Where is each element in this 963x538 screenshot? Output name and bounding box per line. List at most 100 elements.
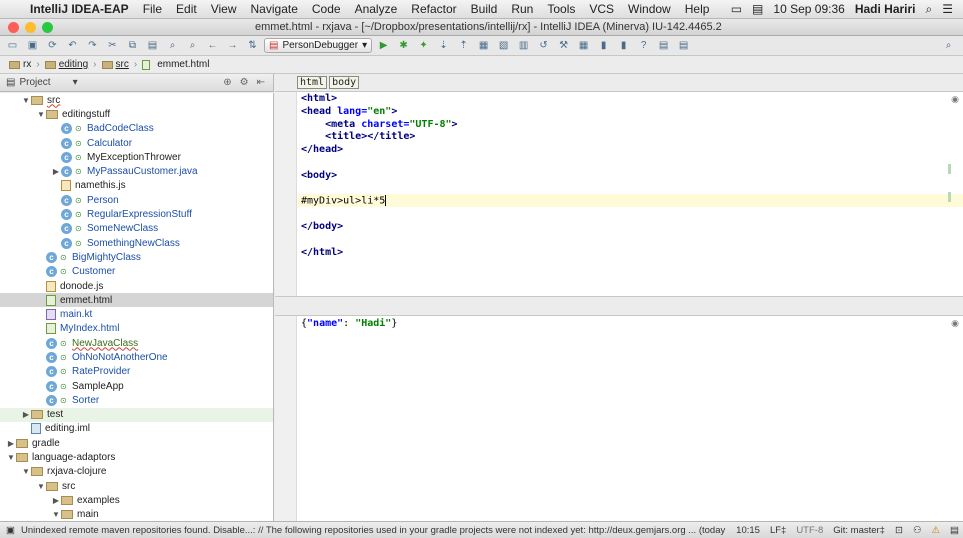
status-message[interactable]: Unindexed remote maven repositories foun… bbox=[21, 525, 726, 536]
minimize-window-button[interactable] bbox=[25, 21, 36, 33]
help-icon[interactable]: ? bbox=[635, 38, 652, 53]
breadcrumb-src[interactable]: src bbox=[99, 58, 132, 72]
menu-code[interactable]: Code bbox=[312, 2, 341, 16]
tree-item[interactable]: ▶ gradle bbox=[0, 436, 273, 450]
code-line[interactable]: </body> bbox=[301, 221, 458, 234]
tree-item[interactable]: ▼ main bbox=[0, 508, 273, 521]
tree-item[interactable]: ▶ test bbox=[0, 407, 273, 422]
code-line[interactable]: <body> bbox=[301, 170, 458, 183]
tree-item[interactable]: c ⊙ BadCodeClass bbox=[0, 122, 273, 136]
collapsed-arrow-icon[interactable]: ▶ bbox=[51, 167, 61, 176]
tree-item[interactable]: c ⊙ Customer bbox=[0, 265, 273, 279]
copy-icon[interactable]: ⧉ bbox=[124, 38, 141, 53]
replace-icon[interactable]: ⌕ bbox=[184, 38, 201, 53]
vcs-annotate-icon[interactable]: ▥ bbox=[515, 38, 532, 53]
menu-window[interactable]: Window bbox=[628, 2, 671, 16]
collapsed-arrow-icon[interactable]: ▶ bbox=[6, 439, 16, 448]
code-line[interactable] bbox=[301, 234, 458, 247]
code-line[interactable] bbox=[301, 157, 458, 170]
presentation-icon[interactable]: ▤ bbox=[655, 38, 672, 53]
run-configuration-select[interactable]: ▤ PersonDebugger ▾ bbox=[264, 38, 373, 53]
expanded-arrow-icon[interactable]: ▼ bbox=[21, 96, 31, 105]
tag-path-html[interactable]: html bbox=[297, 76, 328, 89]
vcs-compare-icon[interactable]: ▦ bbox=[475, 38, 492, 53]
open-folder-icon[interactable]: ▭ bbox=[4, 38, 21, 53]
chevron-down-icon[interactable]: ▾ bbox=[73, 77, 78, 88]
tree-item[interactable]: MyIndex.html bbox=[0, 322, 273, 336]
tree-item[interactable]: ▶ examples bbox=[0, 493, 273, 507]
memory-indicator-icon[interactable]: ▤ bbox=[950, 525, 959, 536]
tree-item[interactable]: c ⊙ BigMightyClass bbox=[0, 250, 273, 264]
breadcrumb-file[interactable]: emmet.html bbox=[139, 58, 212, 72]
code-line[interactable]: <head lang="en"> bbox=[301, 106, 458, 119]
menubar-user[interactable]: Hadi Hariri bbox=[855, 2, 916, 16]
editor-splitter[interactable] bbox=[275, 296, 963, 316]
code-area[interactable]: <html> <head lang="en"> <meta charset="UT… bbox=[301, 93, 458, 259]
tag-path-body[interactable]: body bbox=[329, 76, 360, 89]
settings-icon[interactable]: ⚒ bbox=[555, 38, 572, 53]
tree-item[interactable]: c ⊙ SampleApp bbox=[0, 379, 273, 393]
tree-item[interactable]: c ⊙ Sorter bbox=[0, 393, 273, 407]
tasks-icon[interactable]: ▤ bbox=[675, 38, 692, 53]
vcs-commit-icon[interactable]: ⇡ bbox=[455, 38, 472, 53]
code-line[interactable]: </head> bbox=[301, 144, 458, 157]
tree-item[interactable]: ▶ c ⊙ MyPassauCustomer.java bbox=[0, 164, 273, 178]
tree-item[interactable]: c ⊙ RateProvider bbox=[0, 365, 273, 379]
tree-item[interactable]: donode.js bbox=[0, 279, 273, 293]
caret-position[interactable]: 10:15 bbox=[736, 525, 760, 536]
vcs-update-icon[interactable]: ⇣ bbox=[435, 38, 452, 53]
tree-item[interactable]: ▼ src bbox=[0, 479, 273, 493]
collapsed-arrow-icon[interactable]: ▶ bbox=[51, 496, 61, 505]
expanded-arrow-icon[interactable]: ▼ bbox=[36, 110, 46, 119]
forward-icon[interactable]: → bbox=[224, 38, 241, 53]
menu-vcs[interactable]: VCS bbox=[589, 2, 614, 16]
undo-icon[interactable]: ↶ bbox=[64, 38, 81, 53]
lock-icon[interactable]: ⊡ bbox=[895, 525, 903, 536]
code-line[interactable]: <meta charset="UTF-8"> bbox=[301, 119, 458, 132]
scroll-from-source-icon[interactable]: ⊕ bbox=[223, 77, 231, 88]
menu-file[interactable]: File bbox=[143, 2, 162, 16]
close-window-button[interactable] bbox=[8, 21, 19, 33]
app-menu[interactable]: IntelliJ IDEA-EAP bbox=[30, 2, 129, 16]
find-icon[interactable]: ⌕ bbox=[164, 38, 181, 53]
git-branch[interactable]: Git: master‡ bbox=[833, 525, 885, 536]
run-icon[interactable]: ▶ bbox=[375, 38, 392, 53]
tree-item[interactable]: c ⊙ MyExceptionThrower bbox=[0, 150, 273, 164]
tree-item[interactable]: c ⊙ SomethingNewClass bbox=[0, 236, 273, 250]
code-line[interactable]: <html> bbox=[301, 93, 458, 106]
notification-center-icon[interactable]: ☰ bbox=[942, 2, 953, 16]
menu-navigate[interactable]: Navigate bbox=[251, 2, 298, 16]
tree-item[interactable]: main.kt bbox=[0, 307, 273, 321]
collapsed-arrow-icon[interactable]: ▶ bbox=[21, 410, 31, 419]
sdk-manager-icon[interactable]: ▮ bbox=[595, 38, 612, 53]
code-line[interactable] bbox=[301, 208, 458, 221]
vcs-revert-icon[interactable]: ↺ bbox=[535, 38, 552, 53]
hide-panel-icon[interactable]: ⇤ bbox=[257, 77, 265, 88]
tree-item[interactable]: namethis.js bbox=[0, 179, 273, 193]
save-icon[interactable]: ▣ bbox=[24, 38, 41, 53]
scratch-editor-pane[interactable]: ◉ {"name": "Hadi"} bbox=[275, 316, 963, 521]
tree-item[interactable]: c ⊙ Person bbox=[0, 193, 273, 207]
flag-icon[interactable]: ▤ bbox=[752, 2, 763, 16]
sync-icon[interactable]: ⟳ bbox=[44, 38, 61, 53]
code-line[interactable]: <title></title> bbox=[301, 131, 458, 144]
breadcrumb-editing[interactable]: editing bbox=[42, 58, 91, 72]
file-encoding[interactable]: UTF-8 bbox=[796, 525, 823, 536]
code-line[interactable]: </html> bbox=[301, 247, 458, 260]
menu-tools[interactable]: Tools bbox=[547, 2, 575, 16]
expanded-arrow-icon[interactable]: ▼ bbox=[51, 510, 61, 519]
project-tree[interactable]: ▼ src ▼ editingstuff c ⊙ BadCodeClass c ⊙ Calcula… bbox=[0, 93, 274, 521]
code-line[interactable] bbox=[301, 183, 458, 196]
cut-icon[interactable]: ✂ bbox=[104, 38, 121, 53]
tree-item[interactable]: ▼ rxjava-clojure bbox=[0, 465, 273, 479]
expanded-arrow-icon[interactable]: ▼ bbox=[21, 467, 31, 476]
menu-edit[interactable]: Edit bbox=[176, 2, 197, 16]
tree-item[interactable]: c ⊙ OhNoNotAnotherOne bbox=[0, 350, 273, 364]
project-view-select[interactable]: Project bbox=[19, 77, 50, 88]
menu-view[interactable]: View bbox=[211, 2, 237, 16]
build-icon[interactable]: ⇅ bbox=[244, 38, 261, 53]
tree-item[interactable]: c ⊙ NewJavaClass bbox=[0, 336, 273, 350]
paste-icon[interactable]: ▤ bbox=[144, 38, 161, 53]
eye-icon[interactable]: ◉ bbox=[951, 318, 959, 329]
tree-item[interactable]: ▼ src bbox=[0, 93, 273, 107]
